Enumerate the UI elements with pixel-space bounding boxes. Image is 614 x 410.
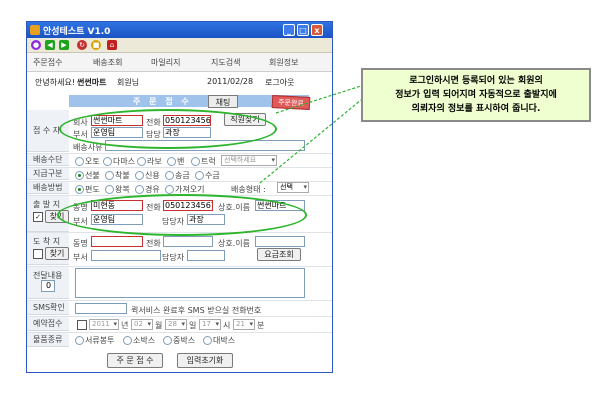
annotation-connectors <box>259 85 362 184</box>
callout-line-2: 정보가 입력 되어지며 자동적으로 출발지에 <box>395 90 557 100</box>
connector-line-origin <box>259 99 362 184</box>
annotation-callout: 로그인하시면 등록되어 있는 회원의 정보가 입력 되어지며 자동적으로 출발지… <box>361 68 591 122</box>
callout-line-1: 로그인하시면 등록되어 있는 회원의 <box>409 76 543 86</box>
connector-line-receiver <box>275 85 362 114</box>
callout-line-3: 의뢰자의 정보를 표시하여 줍니다. <box>411 104 541 114</box>
